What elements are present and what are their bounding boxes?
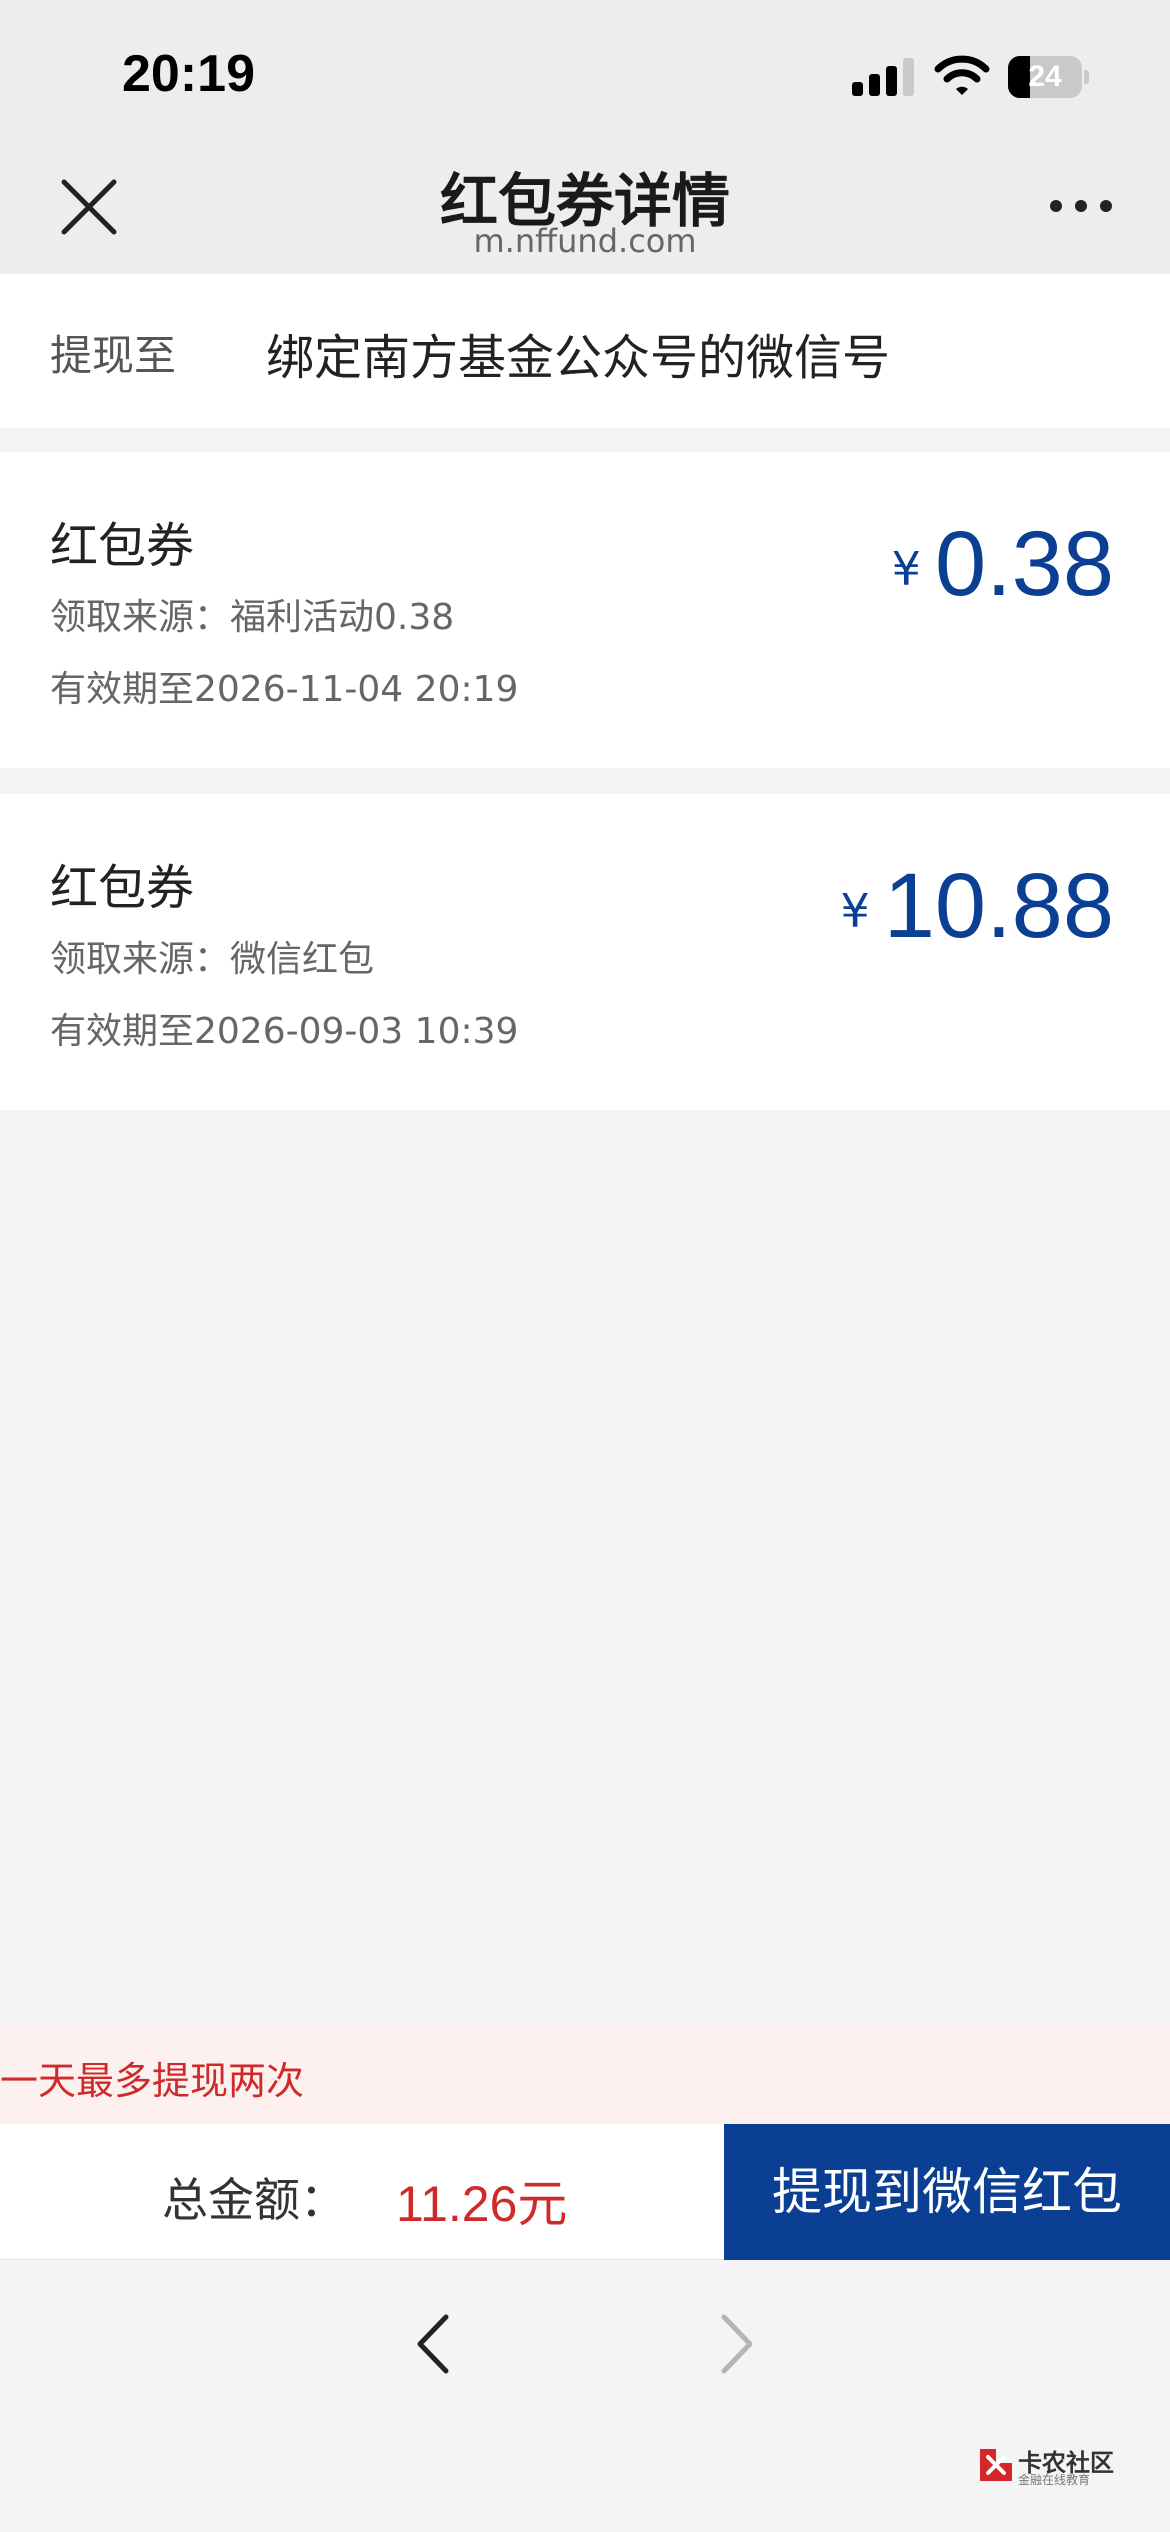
coupon-card: 红包券 领取来源：福利活动0.38 有效期至2026-11-04 20:19 ¥… [0,452,1170,768]
watermark: 卡农社区 金融在线教育 [976,2441,1136,2491]
withdraw-to-wechat-button[interactable]: 提现到微信红包 [724,2124,1170,2260]
chevron-right-icon[interactable] [712,2311,760,2377]
coupon-source: 领取来源：微信红包 [50,939,375,980]
chevron-left-icon[interactable] [410,2311,458,2377]
coupon-currency: ¥ [891,542,921,596]
coupon-title: 红包券 [50,518,195,574]
watermark-subtitle: 金融在线教育 [1018,2473,1091,2487]
notice-bar: 一天最多提现两次 [0,2028,1170,2124]
coupon-amount: ¥0.38 [892,512,1114,617]
notice-text: 一天最多提现两次 [0,2059,305,2103]
close-icon[interactable] [58,176,120,238]
coupon-expiry: 有效期至2026-09-03 10:39 [50,1011,519,1052]
coupon-value: 0.38 [934,513,1114,615]
wifi-icon [934,55,990,95]
action-bar: 总金额： 11.26元 提现到微信红包 [0,2124,1170,2260]
withdraw-target-value: 绑定南方基金公众号的微信号 [266,330,891,386]
page-domain: m.nffund.com [473,222,697,260]
battery-icon: 24 [1008,56,1089,98]
total-amount-label: 总金额： [162,2173,346,2227]
more-icon[interactable] [1046,196,1116,216]
browser-toolbar: 卡农社区 金融在线教育 [0,2261,1170,2532]
withdraw-target-label: 提现至 [50,331,177,380]
nav-bar: 红包券详情 m.nffund.com [0,150,1170,274]
coupon-expiry: 有效期至2026-11-04 20:19 [50,669,519,710]
coupon-title: 红包券 [50,860,195,916]
coupon-card: 红包券 领取来源：微信红包 有效期至2026-09-03 10:39 ¥10.8… [0,794,1170,1110]
coupon-source: 领取来源：福利活动0.38 [50,597,455,638]
total-amount-value: 11.26元 [396,2176,568,2232]
coupon-value: 10.88 [883,855,1114,957]
watermark-logo-icon [980,2449,1012,2481]
coupon-currency: ¥ [840,884,870,938]
status-bar: 20:19 24 [0,0,1170,150]
status-time: 20:19 [122,45,255,103]
battery-level: 24 [1028,60,1062,93]
coupon-amount: ¥10.88 [840,854,1114,959]
withdraw-target-row: 提现至 绑定南方基金公众号的微信号 [0,274,1170,428]
signal-icon [852,58,914,96]
